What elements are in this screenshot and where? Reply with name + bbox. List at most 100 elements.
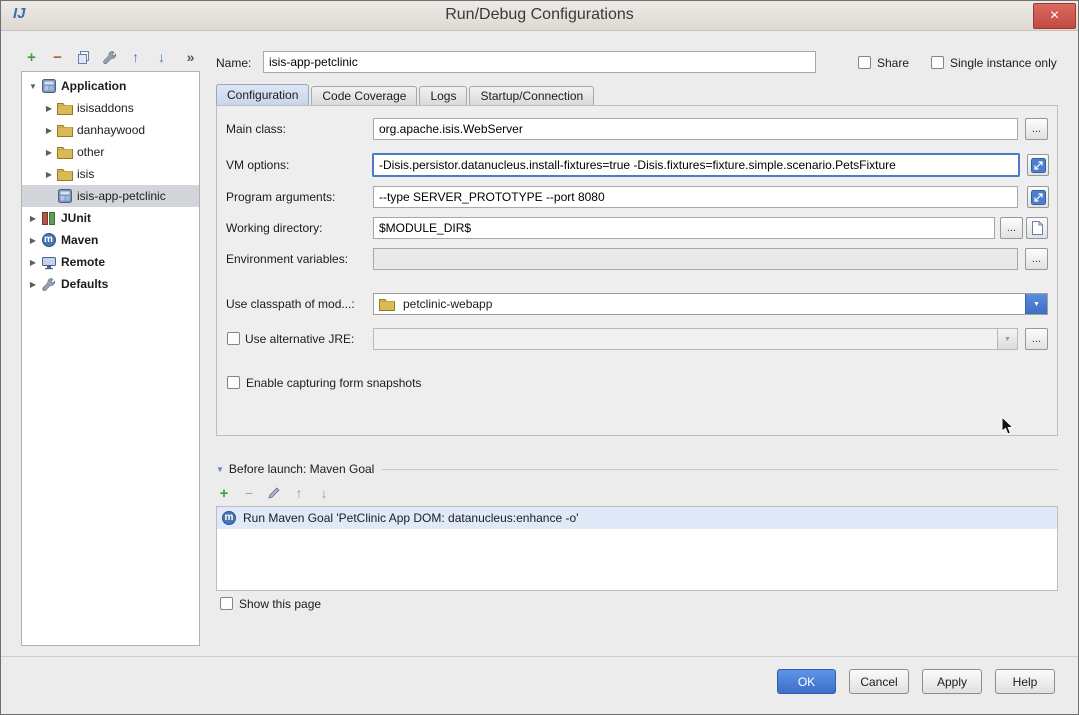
pencil-icon [267, 486, 281, 500]
environment-variables-input[interactable] [373, 248, 1018, 270]
expand-arrow-icon[interactable]: ▶ [42, 104, 56, 113]
apply-button[interactable]: Apply [922, 669, 982, 694]
junit-icon [40, 210, 57, 226]
move-down-icon[interactable]: ↓ [151, 47, 172, 67]
tree-item-maven[interactable]: ▶ m Maven [22, 229, 199, 251]
working-directory-browse-button[interactable]: ... [1000, 217, 1023, 239]
main-class-label: Main class: [226, 118, 286, 140]
tree-item-label: Remote [61, 255, 105, 269]
edit-defaults-icon[interactable] [99, 47, 120, 67]
share-checkbox[interactable] [858, 56, 871, 69]
collapse-triangle-icon[interactable]: ▼ [216, 465, 224, 474]
move-up-icon[interactable]: ↑ [125, 47, 146, 67]
alternative-jre-label[interactable]: Use alternative JRE: [245, 328, 354, 350]
copy-configuration-icon[interactable] [73, 47, 94, 67]
classpath-dropdown-button[interactable]: ▼ [1025, 294, 1047, 314]
tree-item-label: Maven [61, 233, 98, 247]
vm-options-input[interactable] [372, 153, 1020, 177]
single-instance-checkbox[interactable] [931, 56, 944, 69]
help-button[interactable]: Help [995, 669, 1055, 694]
expand-icon [1031, 190, 1046, 205]
main-class-input[interactable] [373, 118, 1018, 140]
collapse-arrow-icon[interactable]: ▼ [26, 82, 40, 91]
tree-item-label: Defaults [61, 277, 108, 291]
folder-icon [56, 100, 73, 116]
program-arguments-label: Program arguments: [226, 186, 335, 208]
tab-startup-connection[interactable]: Startup/Connection [469, 86, 594, 105]
chevron-down-icon: ▼ [1004, 336, 1011, 343]
tree-item-label: isisaddons [77, 101, 134, 115]
application-icon [56, 188, 73, 204]
form-snapshots-checkbox[interactable] [227, 376, 240, 389]
expand-arrow-icon[interactable]: ▶ [26, 258, 40, 267]
main-class-browse-button[interactable]: ... [1025, 118, 1048, 140]
close-button[interactable]: × [1033, 3, 1076, 29]
tab-configuration[interactable]: Configuration [216, 84, 309, 105]
tree-item-defaults[interactable]: ▶ Defaults [22, 273, 199, 295]
share-label[interactable]: Share [877, 52, 909, 74]
move-task-down-icon[interactable]: ↓ [314, 483, 334, 503]
vm-options-label: VM options: [226, 154, 289, 176]
remote-icon [40, 254, 57, 270]
expand-arrow-icon[interactable]: ▶ [42, 126, 56, 135]
divider [382, 469, 1058, 470]
jre-dropdown-button[interactable]: ▼ [997, 329, 1017, 349]
before-launch-toolbar: + − ↑ ↓ [214, 483, 334, 503]
tree-item-label: isis [77, 167, 94, 181]
edit-task-icon[interactable] [264, 483, 284, 503]
maven-icon: m [40, 232, 57, 248]
maven-icon: m [222, 511, 236, 525]
folder-icon [56, 144, 73, 160]
more-actions-icon[interactable]: » [180, 47, 201, 67]
maven-goal-task-row[interactable]: m Run Maven Goal 'PetClinic App DOM: dat… [217, 507, 1057, 529]
program-arguments-input[interactable] [373, 186, 1018, 208]
titlebar[interactable]: IJ Run/Debug Configurations × [1, 1, 1078, 31]
before-launch-header[interactable]: ▼ Before launch: Maven Goal [216, 461, 1058, 477]
tree-item-isis[interactable]: ▶ isis [22, 163, 199, 185]
tab-logs[interactable]: Logs [419, 86, 467, 105]
tab-code-coverage[interactable]: Code Coverage [311, 86, 417, 105]
form-snapshots-label[interactable]: Enable capturing form snapshots [246, 372, 421, 394]
expand-program-arguments-button[interactable] [1027, 186, 1049, 208]
ok-button[interactable]: OK [777, 669, 836, 694]
tree-item-isis-app-petclinic[interactable]: isis-app-petclinic [22, 185, 199, 207]
name-label: Name: [216, 52, 251, 74]
tree-item-label: isis-app-petclinic [77, 189, 166, 203]
wrench-icon [40, 276, 57, 292]
working-directory-label: Working directory: [226, 217, 322, 239]
alternative-jre-combobox[interactable]: ▼ [373, 328, 1018, 350]
module-folder-icon [378, 296, 395, 312]
tree-item-remote[interactable]: ▶ Remote [22, 251, 199, 273]
expand-arrow-icon[interactable]: ▶ [42, 170, 56, 179]
alternative-jre-checkbox[interactable] [227, 332, 240, 345]
tree-item-other[interactable]: ▶ other [22, 141, 199, 163]
tree-item-danhaywood[interactable]: ▶ danhaywood [22, 119, 199, 141]
move-task-up-icon[interactable]: ↑ [289, 483, 309, 503]
close-icon: × [1050, 7, 1059, 24]
expand-vm-options-button[interactable] [1027, 154, 1049, 176]
expand-arrow-icon[interactable]: ▶ [26, 214, 40, 223]
show-this-page-label[interactable]: Show this page [239, 593, 321, 615]
insert-path-variable-button[interactable] [1026, 217, 1048, 239]
expand-arrow-icon[interactable]: ▶ [26, 236, 40, 245]
tree-item-application[interactable]: ▼ Application [22, 75, 199, 97]
single-instance-label[interactable]: Single instance only [950, 52, 1057, 74]
cancel-button[interactable]: Cancel [849, 669, 909, 694]
add-task-icon[interactable]: + [214, 483, 234, 503]
show-this-page-checkbox[interactable] [220, 597, 233, 610]
tree-item-junit[interactable]: ▶ JUnit [22, 207, 199, 229]
environment-variables-browse-button[interactable]: ... [1025, 248, 1048, 270]
tree-item-isisaddons[interactable]: ▶ isisaddons [22, 97, 199, 119]
folder-icon [56, 122, 73, 138]
remove-task-icon[interactable]: − [239, 483, 259, 503]
alternative-jre-browse-button[interactable]: ... [1025, 328, 1048, 350]
expand-arrow-icon[interactable]: ▶ [42, 148, 56, 157]
environment-variables-label: Environment variables: [226, 248, 348, 270]
footer-divider [1, 656, 1078, 657]
remove-configuration-icon[interactable]: − [47, 47, 68, 67]
name-input[interactable] [263, 51, 816, 73]
classpath-module-combobox[interactable]: petclinic-webapp ▼ [373, 293, 1048, 315]
working-directory-input[interactable] [373, 217, 995, 239]
expand-arrow-icon[interactable]: ▶ [26, 280, 40, 289]
add-configuration-icon[interactable]: + [21, 47, 42, 67]
